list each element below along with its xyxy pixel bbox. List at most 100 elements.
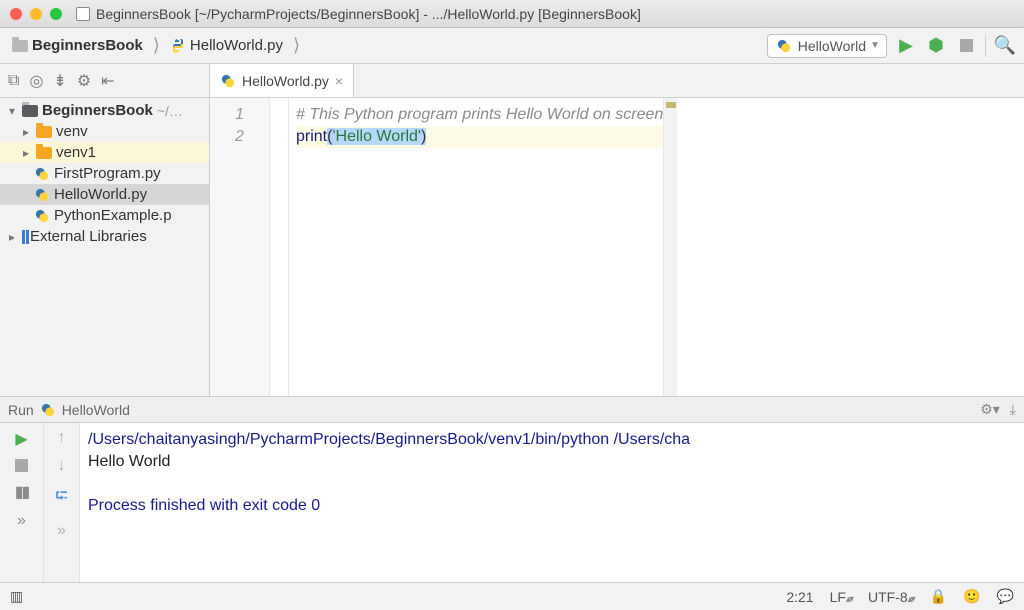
encoding-selector[interactable]: UTF-8▴▾ bbox=[868, 589, 914, 605]
tree-item-label: PythonExample.p bbox=[54, 207, 172, 224]
breadcrumb-project[interactable]: BeginnersBook bbox=[8, 35, 147, 56]
editor-panel: HelloWorld.py × 1 2 # This Python progra… bbox=[210, 64, 1024, 396]
code-editor[interactable]: 1 2 # This Python program prints Hello W… bbox=[210, 98, 1024, 396]
tab-label: HelloWorld.py bbox=[242, 73, 329, 89]
more-icon[interactable]: » bbox=[17, 512, 26, 530]
twisty-icon[interactable]: ▸ bbox=[20, 146, 32, 160]
line-number: 1 bbox=[210, 104, 269, 126]
twisty-icon[interactable]: ▾ bbox=[6, 104, 18, 118]
tree-item-label: FirstProgram.py bbox=[54, 165, 161, 182]
close-window-button[interactable] bbox=[10, 8, 22, 20]
twisty-icon[interactable]: ▸ bbox=[20, 125, 32, 139]
twisty-icon[interactable]: ▸ bbox=[6, 230, 18, 244]
tree-item-label: venv bbox=[56, 123, 88, 140]
tree-item-folder[interactable]: ▸ venv bbox=[0, 121, 209, 142]
maximize-window-button[interactable] bbox=[50, 8, 62, 20]
cursor-position[interactable]: 2:21 bbox=[786, 589, 813, 605]
divider bbox=[985, 35, 986, 57]
download-icon[interactable]: ⤓ bbox=[1010, 401, 1016, 418]
code-line: print('Hello World') bbox=[296, 126, 663, 148]
python-file-icon bbox=[170, 38, 186, 54]
run-label: Run bbox=[8, 402, 34, 418]
breadcrumb-label: BeginnersBook bbox=[32, 37, 143, 54]
tree-item-folder[interactable]: ▸ venv1 bbox=[0, 142, 209, 163]
editor-tabs: HelloWorld.py × bbox=[210, 64, 1024, 98]
run-toolbar-secondary: ↑ ↓ ⮓ » bbox=[44, 423, 80, 582]
chevron-right-icon: ⟩ bbox=[151, 35, 162, 56]
external-libraries-item[interactable]: ▸ External Libraries bbox=[0, 226, 209, 247]
line-gutter: 1 2 bbox=[210, 98, 270, 396]
project-root-item[interactable]: ▾ BeginnersBook ~/… bbox=[0, 100, 209, 121]
run-config-select[interactable]: HelloWorld ▼ bbox=[767, 34, 887, 58]
search-button[interactable]: 🔍 bbox=[994, 35, 1016, 57]
status-bar: ▥ 2:21 LF▴▾ UTF-8▴▾ 🔒 🙂 💬 bbox=[0, 582, 1024, 610]
tree-item-file[interactable]: HelloWorld.py bbox=[0, 184, 209, 205]
python-file-icon bbox=[34, 187, 50, 203]
breadcrumb-file[interactable]: HelloWorld.py bbox=[166, 35, 287, 56]
tree-item-file[interactable]: PythonExample.p bbox=[0, 205, 209, 226]
wrap-icon[interactable]: ⮓ bbox=[55, 485, 67, 512]
breadcrumb-label: HelloWorld.py bbox=[190, 37, 283, 54]
lock-icon[interactable]: 🔒 bbox=[930, 588, 947, 605]
tree-item-label: External Libraries bbox=[30, 228, 147, 245]
gear-icon[interactable]: ⚙ bbox=[77, 71, 91, 91]
down-arrow-icon[interactable]: ↓ bbox=[58, 457, 66, 475]
chevron-right-icon: ⟩ bbox=[291, 35, 302, 56]
line-ending-selector[interactable]: LF▴▾ bbox=[830, 589, 852, 605]
tree-item-path: ~/… bbox=[157, 103, 183, 119]
debug-button[interactable]: ⬢ bbox=[925, 35, 947, 57]
more-icon[interactable]: » bbox=[57, 522, 66, 540]
gear-icon[interactable]: ⚙▾ bbox=[980, 401, 1000, 418]
stop-button[interactable] bbox=[955, 35, 977, 57]
console-exit-message: Process finished with exit code 0 bbox=[88, 495, 1016, 517]
app-icon bbox=[76, 7, 90, 21]
target-icon[interactable]: ◎ bbox=[29, 71, 43, 91]
profile-icon[interactable]: 🙂 bbox=[963, 588, 980, 605]
run-header: Run HelloWorld ⚙▾ ⤓ bbox=[0, 397, 1024, 423]
run-toolbar-primary: ▶ ▮▮ » bbox=[0, 423, 44, 582]
project-toolbar: ⧉ ◎ ⇟ ⚙ ⇤ bbox=[0, 64, 209, 98]
run-config-name: HelloWorld bbox=[62, 402, 130, 418]
up-arrow-icon[interactable]: ↑ bbox=[58, 429, 66, 447]
stop-run-button[interactable] bbox=[15, 459, 28, 472]
hide-icon[interactable]: ⇤ bbox=[101, 71, 114, 91]
code-line: # This Python program prints Hello World… bbox=[296, 104, 663, 126]
tree-item-label: HelloWorld.py bbox=[54, 186, 147, 203]
folder-icon bbox=[12, 40, 28, 52]
python-icon bbox=[40, 402, 56, 418]
rerun-button[interactable]: ▶ bbox=[15, 429, 27, 449]
run-tool-window: Run HelloWorld ⚙▾ ⤓ ▶ ▮▮ » ↑ ↓ ⮓ » /User… bbox=[0, 396, 1024, 582]
python-file-icon bbox=[34, 208, 50, 224]
run-button[interactable]: ▶ bbox=[895, 35, 917, 57]
nav-bar: BeginnersBook ⟩ HelloWorld.py ⟩ HelloWor… bbox=[0, 28, 1024, 64]
chevron-down-icon: ▼ bbox=[870, 40, 880, 51]
minimize-window-button[interactable] bbox=[30, 8, 42, 20]
feedback-icon[interactable]: 💬 bbox=[997, 588, 1014, 605]
tree-item-file[interactable]: FirstProgram.py bbox=[0, 163, 209, 184]
project-icon bbox=[22, 105, 38, 117]
folder-icon bbox=[36, 147, 52, 159]
python-file-icon bbox=[34, 166, 50, 182]
tool-windows-button[interactable]: ▥ bbox=[10, 588, 23, 605]
pause-button[interactable]: ▮▮ bbox=[15, 482, 29, 502]
collapse-icon[interactable]: ⇟ bbox=[53, 71, 66, 91]
line-number: 2 bbox=[210, 126, 269, 148]
run-config-label: HelloWorld bbox=[798, 38, 866, 54]
console-command: /Users/chaitanyasingh/PycharmProjects/Be… bbox=[88, 429, 1016, 451]
library-icon bbox=[22, 230, 25, 244]
folder-icon bbox=[36, 126, 52, 138]
scroll-to-source-icon[interactable]: ⧉ bbox=[8, 72, 19, 90]
console-output[interactable]: /Users/chaitanyasingh/PycharmProjects/Be… bbox=[80, 423, 1024, 582]
close-tab-button[interactable]: × bbox=[335, 73, 343, 89]
tree-item-label: venv1 bbox=[56, 144, 96, 161]
project-tool-window: ⧉ ◎ ⇟ ⚙ ⇤ ▾ BeginnersBook ~/… ▸ venv ▸ v… bbox=[0, 64, 210, 396]
editor-tab[interactable]: HelloWorld.py × bbox=[210, 64, 354, 97]
tree-item-label: BeginnersBook bbox=[42, 102, 153, 119]
title-bar: BeginnersBook [~/PycharmProjects/Beginne… bbox=[0, 0, 1024, 28]
python-file-icon bbox=[220, 73, 236, 89]
breadcrumb: BeginnersBook ⟩ HelloWorld.py ⟩ bbox=[8, 35, 302, 56]
window-title: BeginnersBook [~/PycharmProjects/Beginne… bbox=[96, 6, 641, 22]
editor-marker-gutter bbox=[663, 98, 677, 396]
console-stdout: Hello World bbox=[88, 451, 1016, 473]
python-icon bbox=[776, 38, 792, 54]
